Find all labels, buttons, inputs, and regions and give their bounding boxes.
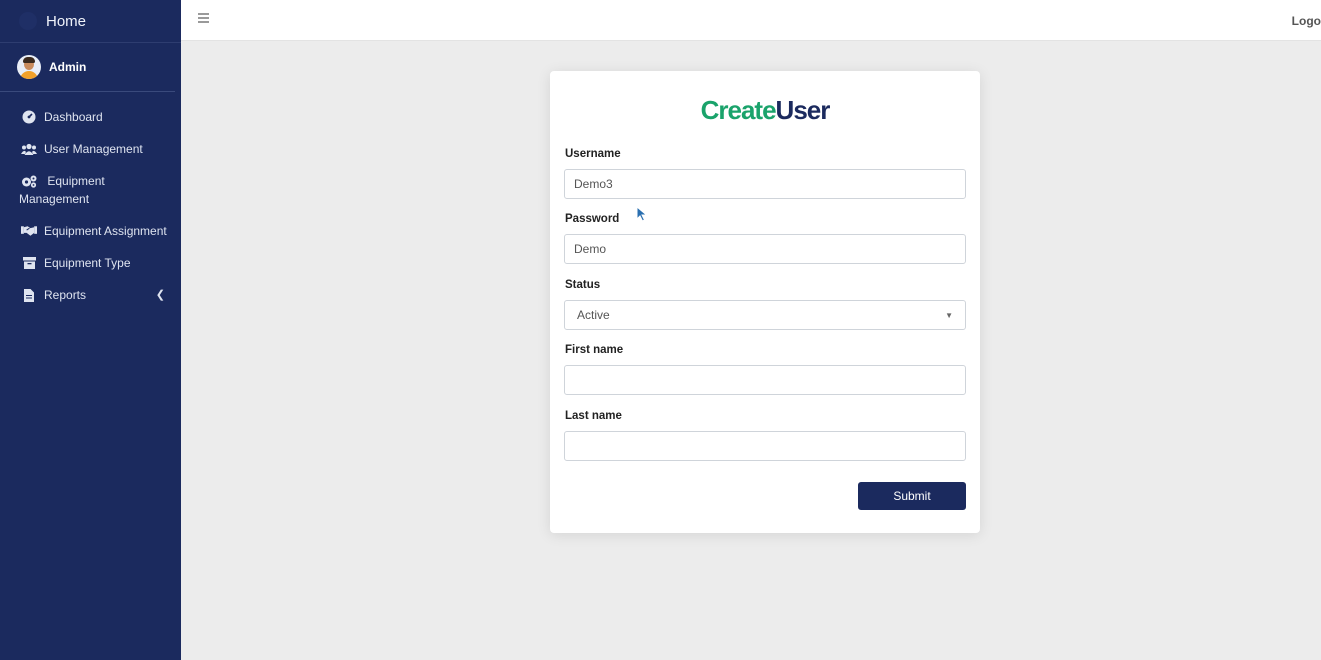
user-panel[interactable]: Admin [0, 43, 175, 92]
sidebar-item-label: User Management [44, 142, 143, 156]
chevron-down-icon: ▼ [945, 310, 953, 320]
last-name-label: Last name [565, 410, 622, 422]
first-name-label: First name [565, 344, 624, 356]
first-name-input[interactable] [564, 365, 966, 395]
chevron-left-icon[interactable]: ❮ [156, 286, 171, 304]
status-label: Status [565, 279, 601, 291]
sidebar-item-reports[interactable]: Reports ❮ [0, 279, 181, 311]
logout-link[interactable]: Logo [1292, 14, 1321, 28]
brand-logo-icon [19, 12, 37, 30]
create-user-card: CreateUser Username Password Status Acti… [550, 71, 980, 533]
page-title: CreateUser [550, 95, 980, 126]
user-name: Admin [49, 60, 87, 74]
sidebar-item-label: Equipment Assignment [44, 224, 167, 238]
submit-button[interactable]: Submit [858, 482, 966, 510]
handshake-icon [21, 222, 37, 240]
title-part-create: Create [700, 95, 777, 125]
sidebar-item-label: Reports [44, 288, 87, 302]
last-name-input[interactable] [564, 431, 966, 461]
sidebar-item-label: Dashboard [44, 110, 103, 124]
username-label: Username [565, 148, 621, 160]
sidebar-item-equipment-assignment[interactable]: Equipment Assignment [0, 215, 181, 247]
password-label: Password [565, 213, 620, 225]
hamburger-menu-icon[interactable] [198, 13, 209, 23]
status-selected-value: Active [577, 308, 610, 322]
sidebar-nav: Dashboard User Management Equipment Mana… [0, 92, 181, 311]
title-part-user: User [775, 95, 831, 125]
password-input[interactable] [564, 234, 966, 264]
sidebar: Home Admin Dashboard User Management Equ… [0, 0, 181, 660]
sidebar-item-label: Equipment Type [44, 256, 131, 270]
sidebar-item-equipment-management[interactable]: Equipment Management [0, 165, 181, 215]
brand-title: Home [46, 12, 87, 30]
status-select[interactable]: Active ▼ [564, 300, 966, 330]
file-icon [21, 286, 37, 304]
sidebar-item-user-management[interactable]: User Management [0, 133, 181, 165]
mouse-cursor-icon [636, 206, 648, 222]
username-input[interactable] [564, 169, 966, 199]
brand-link[interactable]: Home [0, 0, 181, 43]
cogs-icon [21, 172, 37, 190]
avatar [17, 55, 41, 79]
archive-icon [21, 254, 37, 272]
top-navbar: Logo [181, 0, 1321, 41]
users-icon [21, 140, 37, 158]
sidebar-item-dashboard[interactable]: Dashboard [0, 101, 181, 133]
sidebar-item-equipment-type[interactable]: Equipment Type [0, 247, 181, 279]
dashboard-icon [21, 108, 37, 126]
